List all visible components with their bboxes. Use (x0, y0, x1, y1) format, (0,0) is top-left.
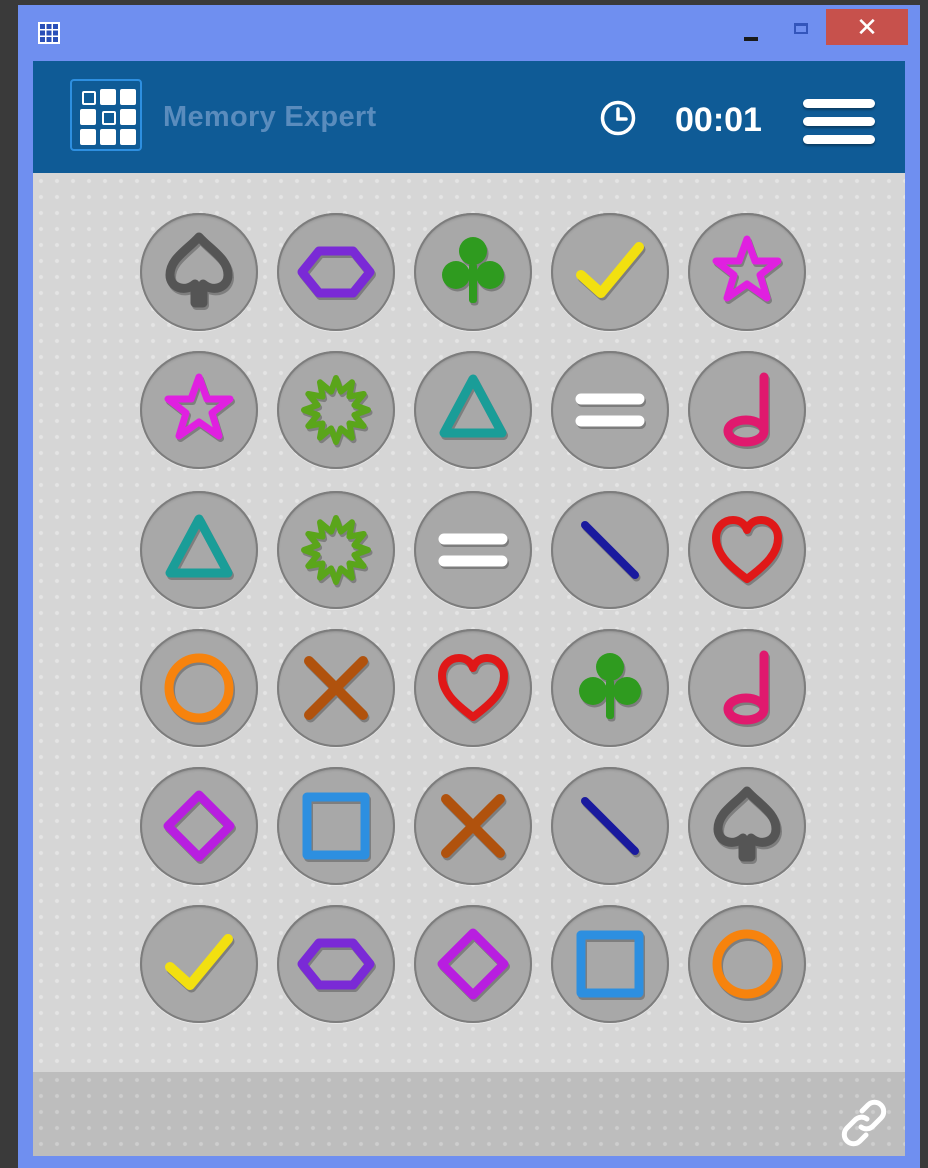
client-area: Memory Expert 00:01 (33, 61, 905, 1156)
equals-icon (575, 393, 646, 429)
minimize-button[interactable] (734, 15, 770, 49)
game-board (33, 173, 905, 1071)
app-title: Memory Expert (163, 101, 377, 133)
memory-card[interactable] (551, 491, 669, 609)
app-window: ✕ Memory Expert 00:01 (18, 5, 920, 1168)
memory-card[interactable] (688, 213, 806, 331)
memory-card[interactable] (414, 905, 532, 1023)
app-grid-icon (38, 22, 60, 44)
memory-card[interactable] (414, 213, 532, 331)
checkmark-icon (165, 934, 235, 993)
square-icon (302, 792, 371, 862)
hexagon-icon (297, 246, 376, 300)
memory-card[interactable] (414, 491, 532, 609)
memory-card[interactable] (688, 491, 806, 609)
spade-icon (713, 786, 782, 864)
close-button[interactable]: ✕ (826, 9, 908, 45)
diamond-icon (163, 790, 236, 864)
slash-icon (581, 797, 641, 858)
cross-icon (304, 656, 370, 723)
heart-icon (712, 516, 784, 586)
maximize-button[interactable] (784, 15, 820, 49)
club-icon (579, 653, 643, 722)
music-note-icon (723, 372, 770, 449)
memory-card[interactable] (277, 351, 395, 469)
memory-card[interactable] (140, 905, 258, 1023)
memory-card[interactable] (688, 351, 806, 469)
memory-card[interactable] (688, 905, 806, 1023)
memory-card[interactable] (551, 213, 669, 331)
memory-card[interactable] (551, 629, 669, 747)
star-icon (164, 373, 235, 442)
title-bar[interactable]: ✕ (18, 5, 920, 61)
memory-card[interactable] (551, 767, 669, 885)
memory-card[interactable] (551, 351, 669, 469)
memory-card[interactable] (277, 629, 395, 747)
spade-icon (165, 232, 234, 310)
slash-icon (581, 521, 641, 582)
burst-icon (301, 515, 373, 588)
memory-card[interactable] (688, 629, 806, 747)
app-grid-icon[interactable] (70, 79, 142, 151)
memory-card[interactable] (414, 767, 532, 885)
hamburger-menu-icon[interactable] (803, 95, 875, 149)
cross-icon (441, 794, 507, 861)
memory-card[interactable] (277, 905, 395, 1023)
circle-icon (164, 653, 235, 725)
memory-card[interactable] (414, 351, 532, 469)
memory-card[interactable] (277, 213, 395, 331)
memory-card[interactable] (140, 629, 258, 747)
circle-icon (712, 929, 783, 1001)
timer-display: 00:01 (675, 101, 762, 139)
memory-card[interactable] (414, 629, 532, 747)
checkmark-icon (576, 242, 646, 301)
memory-card[interactable] (688, 767, 806, 885)
memory-card[interactable] (140, 767, 258, 885)
burst-icon (301, 375, 373, 448)
link-icon[interactable] (837, 1096, 891, 1150)
club-icon (442, 237, 506, 306)
triangle-icon (165, 514, 234, 580)
memory-card[interactable] (277, 767, 395, 885)
app-header: Memory Expert 00:01 (33, 61, 905, 173)
memory-card[interactable] (140, 491, 258, 609)
footer-bar (33, 1072, 905, 1156)
triangle-icon (439, 374, 508, 440)
music-note-icon (723, 650, 770, 727)
memory-card[interactable] (551, 905, 669, 1023)
square-icon (576, 930, 645, 1000)
memory-card[interactable] (140, 213, 258, 331)
star-icon (712, 235, 783, 304)
hexagon-icon (297, 938, 376, 992)
equals-icon (438, 533, 509, 569)
clock-icon (600, 100, 636, 136)
memory-card[interactable] (277, 491, 395, 609)
diamond-icon (437, 928, 510, 1002)
heart-icon (438, 654, 510, 724)
memory-card[interactable] (140, 351, 258, 469)
